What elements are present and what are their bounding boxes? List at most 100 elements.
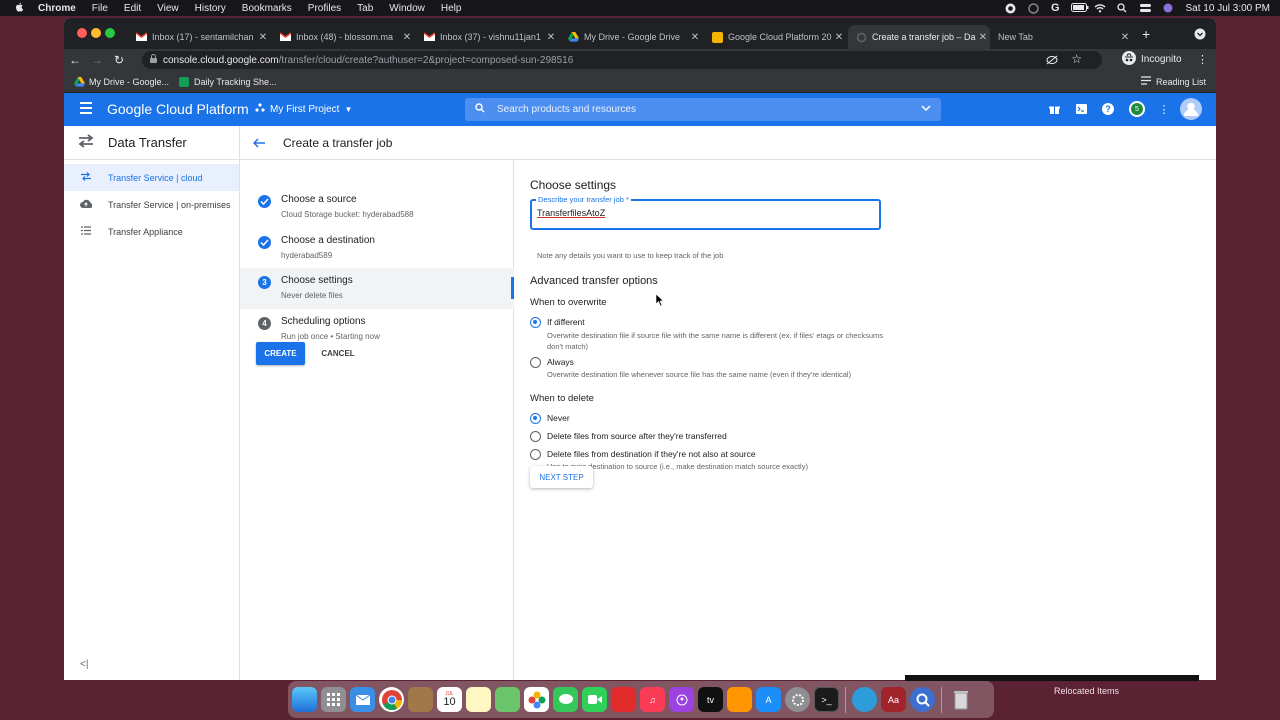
close-tab-icon[interactable]: ✕: [400, 32, 414, 43]
app-store-icon[interactable]: A: [756, 687, 781, 712]
tab-create-transfer-job[interactable]: Create a transfer job – Da ✕: [848, 25, 990, 49]
cancel-button[interactable]: CANCEL: [314, 342, 362, 365]
close-tab-icon[interactable]: ✕: [256, 32, 270, 43]
menu-view[interactable]: View: [157, 3, 179, 14]
step-choose-settings[interactable]: 3 Choose settings Never delete files: [240, 268, 514, 309]
address-bar[interactable]: console.cloud.google.com/transfer/cloud/…: [142, 51, 1102, 69]
siri-icon[interactable]: [1163, 3, 1175, 13]
photos-icon[interactable]: [524, 687, 549, 712]
spotlight-search-icon[interactable]: [1116, 3, 1129, 13]
more-vert-icon[interactable]: ⋮: [1157, 102, 1171, 116]
tab-google-drive[interactable]: My Drive - Google Drive ✕: [560, 25, 702, 49]
tab-search-icon[interactable]: [1194, 27, 1206, 45]
bookmark-my-drive[interactable]: My Drive - Google...: [74, 76, 169, 87]
radio-delete-from-destination[interactable]: [530, 449, 541, 460]
back-arrow-icon[interactable]: [240, 135, 278, 151]
wifi-icon[interactable]: [1094, 3, 1106, 13]
finder-icon[interactable]: [292, 687, 317, 712]
system-preferences-icon[interactable]: [785, 687, 810, 712]
tab-gmail-3[interactable]: Inbox (37) - vishnu11jan1 ✕: [416, 25, 558, 49]
menu-tab[interactable]: Tab: [357, 3, 373, 14]
sidebar-item-transfer-on-premises[interactable]: Transfer Service | on-premises: [64, 191, 239, 218]
menu-history[interactable]: History: [195, 3, 226, 14]
minimize-window-button[interactable]: [91, 28, 101, 38]
bookmark-star-icon[interactable]: ☆: [1071, 52, 1082, 66]
tracking-eye-off-icon[interactable]: [1046, 55, 1058, 68]
close-tab-icon[interactable]: ✕: [832, 32, 846, 43]
gift-icon[interactable]: [1047, 102, 1061, 116]
edge-icon[interactable]: [852, 687, 877, 712]
tab-gcp-slides[interactable]: Google Cloud Platform 20 ✕: [704, 25, 846, 49]
step-choose-source[interactable]: Choose a source Cloud Storage bucket: hy…: [240, 187, 514, 228]
notes-icon[interactable]: [466, 687, 491, 712]
mail-icon[interactable]: [350, 687, 375, 712]
trash-icon[interactable]: [948, 687, 973, 712]
incognito-indicator[interactable]: Incognito: [1122, 51, 1182, 68]
menu-help[interactable]: Help: [441, 3, 462, 14]
radio-delete-from-source[interactable]: [530, 431, 541, 442]
notes-brown-icon[interactable]: [408, 687, 433, 712]
gcp-title[interactable]: Google Cloud Platform: [107, 101, 249, 117]
create-button[interactable]: CREATE: [256, 342, 305, 365]
radio-delete-never[interactable]: [530, 413, 541, 424]
project-selector[interactable]: My First Project ▼: [255, 103, 352, 116]
forward-arrow-icon[interactable]: →: [86, 53, 108, 67]
music-icon[interactable]: ♫: [640, 687, 665, 712]
search-input[interactable]: Search products and resources: [465, 98, 941, 121]
tab-new-tab[interactable]: New Tab ✕: [990, 25, 1132, 49]
radio-overwrite-always[interactable]: [530, 357, 541, 368]
sidebar-item-transfer-appliance[interactable]: Transfer Appliance: [64, 218, 239, 245]
messages-icon[interactable]: [553, 687, 578, 712]
reload-icon[interactable]: ↻: [108, 53, 130, 67]
back-arrow-icon[interactable]: ←: [64, 53, 86, 67]
step-choose-destination[interactable]: Choose a destination hyderabad589: [240, 228, 514, 269]
reading-list[interactable]: Reading List: [1140, 76, 1206, 87]
hamburger-menu-icon[interactable]: [80, 102, 92, 114]
siri-status-icon[interactable]: [1028, 3, 1040, 14]
radio-overwrite-if-different[interactable]: [530, 317, 541, 328]
control-center-icon[interactable]: [1139, 3, 1152, 13]
maps-icon[interactable]: [495, 687, 520, 712]
relocated-items-label[interactable]: Relocated Items: [1054, 686, 1119, 696]
apple-tv-icon[interactable]: tv: [698, 687, 723, 712]
quicktime-icon[interactable]: [910, 687, 935, 712]
collapse-sidebar-icon[interactable]: <|: [80, 659, 88, 670]
account-avatar-icon[interactable]: [1180, 98, 1202, 120]
chevron-down-icon[interactable]: [921, 104, 931, 115]
tab-gmail-1[interactable]: Inbox (17) - sentamilchan ✕: [128, 25, 270, 49]
launchpad-icon[interactable]: [321, 687, 346, 712]
battery-icon[interactable]: [1070, 3, 1088, 13]
menu-window[interactable]: Window: [389, 3, 425, 14]
record-icon[interactable]: [1005, 3, 1017, 14]
podcasts-icon[interactable]: [669, 687, 694, 712]
photobooth-icon[interactable]: [611, 687, 636, 712]
dictionary-icon[interactable]: Aa: [881, 687, 906, 712]
terminal-icon[interactable]: >_: [814, 687, 839, 712]
close-window-button[interactable]: [77, 28, 87, 38]
notifications-badge[interactable]: 5: [1129, 101, 1145, 117]
bookmark-daily-tracking[interactable]: Daily Tracking She...: [179, 76, 277, 87]
menu-app-name[interactable]: Chrome: [38, 3, 76, 14]
calendar-icon[interactable]: JUL 10: [437, 687, 462, 712]
chrome-menu-icon[interactable]: ⋮: [1197, 53, 1208, 66]
chrome-icon[interactable]: [379, 687, 404, 712]
close-tab-icon[interactable]: ✕: [688, 32, 702, 43]
close-tab-icon[interactable]: ✕: [976, 32, 990, 43]
next-step-button[interactable]: NEXT STEP: [530, 466, 593, 488]
new-tab-plus-icon[interactable]: +: [1142, 26, 1150, 42]
menu-edit[interactable]: Edit: [124, 3, 141, 14]
books-icon[interactable]: [727, 687, 752, 712]
close-tab-icon[interactable]: ✕: [1118, 32, 1132, 43]
transfer-description-field[interactable]: Describe your transfer job * Transferfil…: [530, 195, 881, 230]
close-tab-icon[interactable]: ✕: [544, 32, 558, 43]
sidebar-item-transfer-cloud[interactable]: Transfer Service | cloud: [64, 164, 239, 191]
facetime-icon[interactable]: [582, 687, 607, 712]
tab-gmail-2[interactable]: Inbox (48) - blossom.ma ✕: [272, 25, 414, 49]
menu-file[interactable]: File: [92, 3, 108, 14]
zoom-window-button[interactable]: [105, 28, 115, 38]
apple-icon[interactable]: [14, 2, 24, 15]
menu-bookmarks[interactable]: Bookmarks: [242, 3, 292, 14]
menu-profiles[interactable]: Profiles: [308, 3, 341, 14]
google-icon[interactable]: G: [1051, 2, 1060, 14]
menubar-clock[interactable]: Sat 10 Jul 3:00 PM: [1186, 3, 1271, 14]
